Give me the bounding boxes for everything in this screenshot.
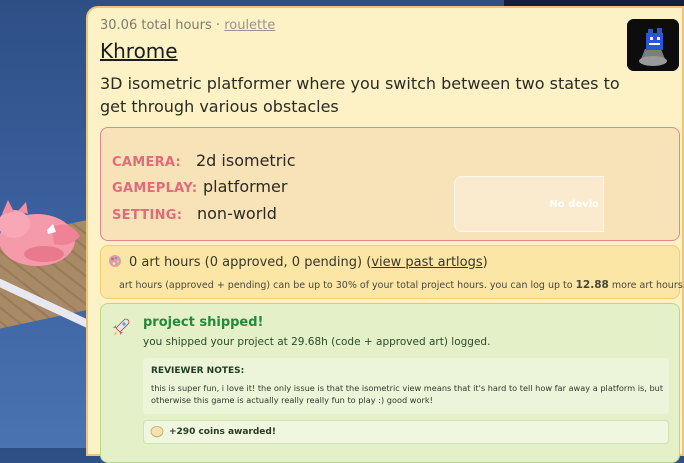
shipped-subtitle: you shipped your project at 29.68h (code… xyxy=(143,336,491,348)
tag-key: GAMEPLAY: xyxy=(112,181,198,196)
shipped-title: project shipped! xyxy=(143,315,264,330)
tag-key: CAMERA: xyxy=(112,155,182,170)
view-artlogs-link[interactable]: view past artlogs xyxy=(371,255,482,270)
meta-separator: · xyxy=(215,18,221,33)
reviewer-notes-text: this is super fun, i love it! the only i… xyxy=(151,383,664,405)
rocket-icon xyxy=(113,318,130,336)
tag-key: SETTING: xyxy=(112,208,183,223)
pink-creature-illustration xyxy=(0,200,80,266)
tag-value: non-world xyxy=(197,204,277,223)
art-hours-remaining: 12.88 xyxy=(575,279,609,291)
tag-row-camera: CAMERA: 2d isometric xyxy=(112,151,296,170)
art-note-prefix: art hours (approved + pending) can be up… xyxy=(119,280,573,291)
category-link[interactable]: roulette xyxy=(224,18,275,33)
art-hours-summary: 0 art hours (0 approved, 0 pending) (vie… xyxy=(129,255,488,270)
thumbnail-image xyxy=(627,19,679,71)
devlog-overlay-panel[interactable]: No devlo xyxy=(454,176,604,232)
tag-row-gameplay: GAMEPLAY: platformer xyxy=(112,177,287,196)
shipped-box: project shipped! you shipped your projec… xyxy=(100,303,680,463)
total-hours: 30.06 total hours xyxy=(100,18,212,33)
project-title[interactable]: Khrome xyxy=(100,39,178,63)
art-hours-count: 0 art hours (0 approved, 0 pending) xyxy=(129,255,363,270)
project-meta: 30.06 total hours · roulette xyxy=(100,18,275,33)
coin-icon xyxy=(150,426,164,438)
art-hours-box: 0 art hours (0 approved, 0 pending) (vie… xyxy=(100,245,684,299)
tag-row-setting: SETTING: non-world xyxy=(112,204,277,223)
tag-value: platformer xyxy=(203,177,288,196)
project-description: 3D isometric platformer where you switch… xyxy=(100,74,620,116)
art-note-suffix: more art hours. xyxy=(611,280,684,291)
reviewer-notes-heading: REVIEWER NOTES: xyxy=(151,366,245,376)
coins-awarded: +290 coins awarded! xyxy=(143,420,669,444)
tag-value: 2d isometric xyxy=(196,151,296,170)
coins-awarded-text: +290 coins awarded! xyxy=(169,427,276,437)
reviewer-notes: REVIEWER NOTES: this is super fun, i lov… xyxy=(143,358,669,414)
art-hours-note: art hours (approved + pending) can be up… xyxy=(119,279,684,291)
palette-icon xyxy=(109,255,121,267)
overlay-text: No devlo xyxy=(549,199,599,210)
project-thumbnail[interactable] xyxy=(627,19,679,71)
